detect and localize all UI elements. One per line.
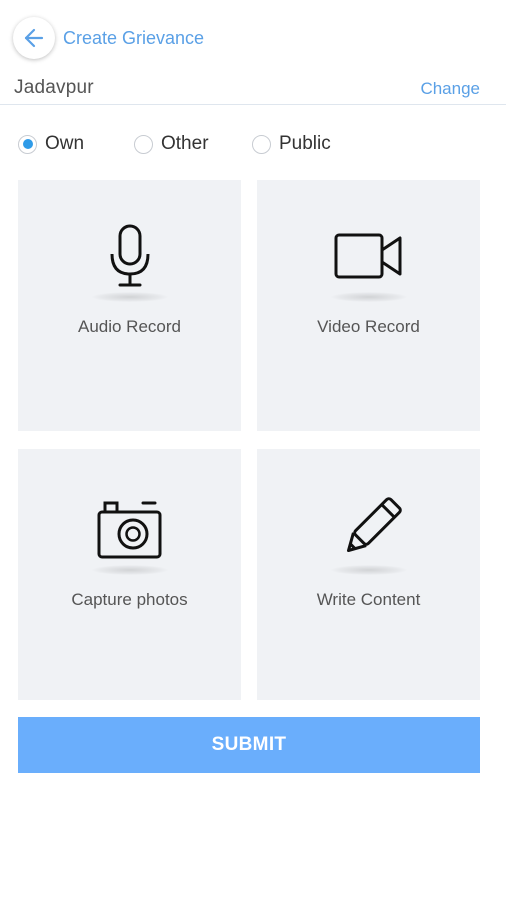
grievance-type-radio-group: Own Other Public (0, 130, 506, 160)
capture-photos-tile[interactable]: Capture photos (18, 449, 241, 700)
video-record-tile[interactable]: Video Record (257, 180, 480, 431)
microphone-icon (110, 224, 149, 287)
location-row: Jadavpur Change (0, 75, 506, 105)
write-content-label: Write Content (316, 590, 421, 609)
radio-own-label: Own (45, 133, 85, 154)
location-value: Jadavpur (14, 77, 94, 98)
capture-photos-label: Capture photos (71, 590, 188, 609)
pencil-icon (346, 497, 402, 553)
back-button[interactable] (13, 17, 55, 59)
arrow-left-icon (24, 28, 44, 48)
radio-unselected-indicator (252, 134, 271, 154)
radio-public[interactable]: Public (252, 130, 331, 158)
app-header: Create Grievance (0, 0, 506, 75)
write-content-tile[interactable]: Write Content (257, 449, 480, 700)
radio-selected-indicator (18, 134, 37, 154)
audio-record-tile[interactable]: Audio Record (18, 180, 241, 431)
page-title: Create Grievance (63, 28, 205, 48)
video-record-label: Video Record (317, 317, 420, 336)
radio-unselected-indicator (134, 134, 153, 154)
radio-other-label: Other (161, 133, 209, 154)
video-camera-icon (334, 233, 401, 279)
radio-public-label: Public (279, 133, 331, 154)
audio-record-label: Audio Record (77, 317, 181, 336)
radio-other[interactable]: Other (134, 130, 209, 158)
camera-icon (97, 501, 161, 559)
change-location-link[interactable]: Change (420, 79, 480, 99)
submit-button[interactable]: SUBMIT (18, 717, 480, 773)
radio-own[interactable]: Own (18, 130, 84, 158)
